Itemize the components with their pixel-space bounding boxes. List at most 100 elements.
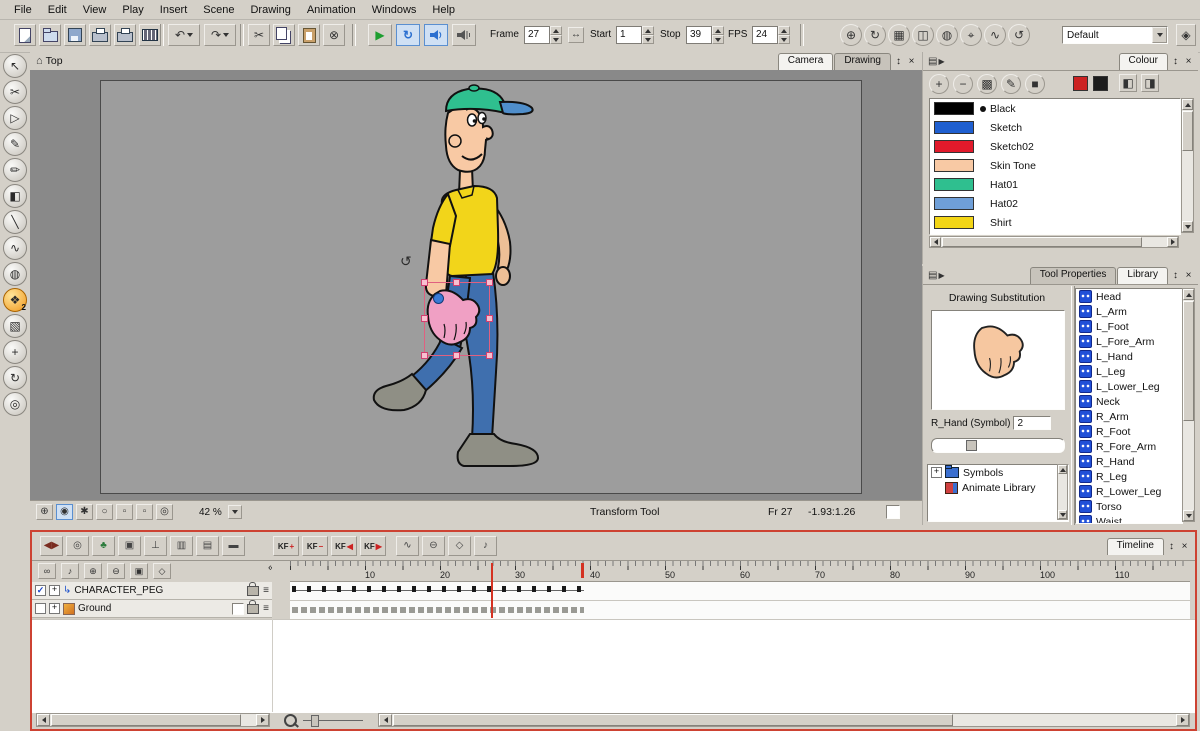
transform-tool[interactable]: ❖ 2 [3,288,27,312]
timeline-splitter[interactable] [272,561,291,619]
start-down-button[interactable] [642,35,654,44]
swatch-row[interactable]: Sketch [930,118,1180,137]
add-drawing-layer-button[interactable]: ▣ [118,536,141,556]
globe-button[interactable]: ◍ [936,24,958,46]
menu-item[interactable]: Drawing [242,2,298,18]
selection-handle[interactable] [421,315,428,322]
timeline-zoom-control[interactable] [284,714,363,727]
library-item[interactable]: L_Fore_Arm [1076,334,1182,349]
stop-value[interactable]: 39 [686,26,712,44]
substitution-slider[interactable] [931,438,1065,453]
scrollbar-thumb[interactable] [393,714,953,726]
show-sound-button[interactable]: ♣ [92,536,115,556]
scroll-up-button[interactable] [1183,289,1194,300]
library-item[interactable]: R_Fore_Arm [1076,439,1182,454]
swatch-list-hscrollbar[interactable] [929,236,1179,248]
drawing-substitution-preview[interactable] [931,310,1065,410]
scrollbar-thumb[interactable] [1182,111,1193,151]
panel-undock-icon[interactable]: ↕ [1169,55,1182,68]
stop-spinner[interactable]: 39 [686,26,724,44]
contour-editor-tool[interactable]: ▷ [3,106,27,130]
edit-colour-button[interactable]: ✎ [1001,74,1021,94]
selection-handle[interactable] [453,279,460,286]
start-up-button[interactable] [642,26,654,35]
track-menu-icon[interactable]: ≡ [263,604,269,614]
symbol-value-field[interactable]: 2 [1013,416,1051,430]
library-item[interactable]: R_Leg [1076,469,1182,484]
lock-icon[interactable] [247,586,259,596]
library-item[interactable]: L_Leg [1076,364,1182,379]
swatch-row[interactable]: Skin Tone [930,156,1180,175]
menu-item[interactable]: Play [114,2,151,18]
menu-item[interactable]: Insert [152,2,196,18]
reset-zoom-button[interactable]: ◎ [156,504,173,520]
pan-view-button[interactable]: ⊕ [840,24,862,46]
menu-item[interactable]: Scene [195,2,242,18]
tab-drawing[interactable]: Drawing [834,53,891,70]
sound-scrubbing-button[interactable]: ♪ [474,536,497,556]
scroll-up-button[interactable] [1058,465,1067,474]
safe-area-button[interactable]: ○ [96,504,113,520]
colour-swatch[interactable] [934,178,974,191]
playhead[interactable] [491,563,493,618]
selection-handle[interactable] [453,352,460,359]
frame-up-button[interactable] [550,26,562,35]
paint-tool[interactable]: ◧ [3,184,27,208]
panel-undock-icon[interactable]: ↕ [1165,540,1178,553]
paint-mode-button[interactable]: ◧ [1119,74,1137,92]
brush-tool[interactable]: ✎ [3,132,27,156]
prev-keyframe-button[interactable]: KF◀ [331,536,357,556]
stop-up-button[interactable] [712,26,724,35]
frame-range-button[interactable]: ↔ [568,27,584,43]
swatch-list-vscrollbar[interactable] [1181,98,1194,233]
colour-swatch[interactable] [934,121,974,134]
tab-colour[interactable]: Colour [1119,53,1168,70]
track-row-ground[interactable]: + Ground ≡ [32,600,272,618]
panel-close-icon[interactable]: × [1178,540,1191,553]
selection-handle[interactable] [421,352,428,359]
render-checkbox[interactable] [886,505,900,519]
line-tool[interactable]: ╲ [3,210,27,234]
selection-handle[interactable] [486,279,493,286]
slider-thumb[interactable] [966,440,977,451]
swatch-row[interactable]: Sketch02 [930,137,1180,156]
tab-camera[interactable]: Camera [778,53,834,70]
scroll-left-button[interactable] [37,714,50,726]
panel-close-icon[interactable]: × [905,55,918,68]
scroll-right-button[interactable] [1176,714,1189,726]
update-preview-button[interactable]: ✱ [76,504,93,520]
track-menu-icon[interactable]: ≡ [263,586,269,596]
colour-swatch[interactable] [934,197,974,210]
paste-cycle-button[interactable]: ◇ [448,536,471,556]
center-target-button[interactable]: ⌖ [960,24,982,46]
colour-swatch[interactable] [934,216,974,229]
lock-icon[interactable] [247,604,259,614]
selection-handle[interactable] [486,352,493,359]
frames-row-ground[interactable] [290,601,1190,620]
zoom-slider-thumb[interactable] [311,715,319,727]
panel-undock-icon[interactable]: ↕ [892,55,905,68]
zoom-dropdown-button[interactable] [228,505,242,519]
new-scene-button[interactable] [14,24,36,46]
colour-swatch[interactable] [934,102,974,115]
rotate-view-button[interactable]: ↻ [864,24,886,46]
colour-swatch[interactable] [934,140,974,153]
print-flipbook-button[interactable] [114,24,136,46]
outline-mode-button[interactable]: ▫ [116,504,133,520]
frame-value[interactable]: 27 [524,26,550,44]
add-colour-button[interactable]: + [929,74,949,94]
glasses-icon[interactable]: ∞ [38,563,56,579]
scroll-down-button[interactable] [1182,221,1193,232]
undo-button[interactable]: ↶ [168,24,200,46]
library-item[interactable]: Neck [1076,394,1182,409]
swatch-row[interactable]: Black [930,99,1180,118]
panel-close-icon[interactable]: × [1182,269,1195,282]
library-item[interactable]: R_Lower_Leg [1076,484,1182,499]
sound-icon[interactable]: ♪ [61,563,79,579]
tree-expander-icon[interactable]: + [931,467,942,478]
scroll-up-button[interactable] [1182,99,1193,110]
red-swatch-chip[interactable] [1073,76,1088,91]
zoom-in-icon[interactable]: ⊕ [84,563,102,579]
delete-button[interactable]: ⊗ [323,24,345,46]
cutter-tool[interactable]: ✂ [3,80,27,104]
